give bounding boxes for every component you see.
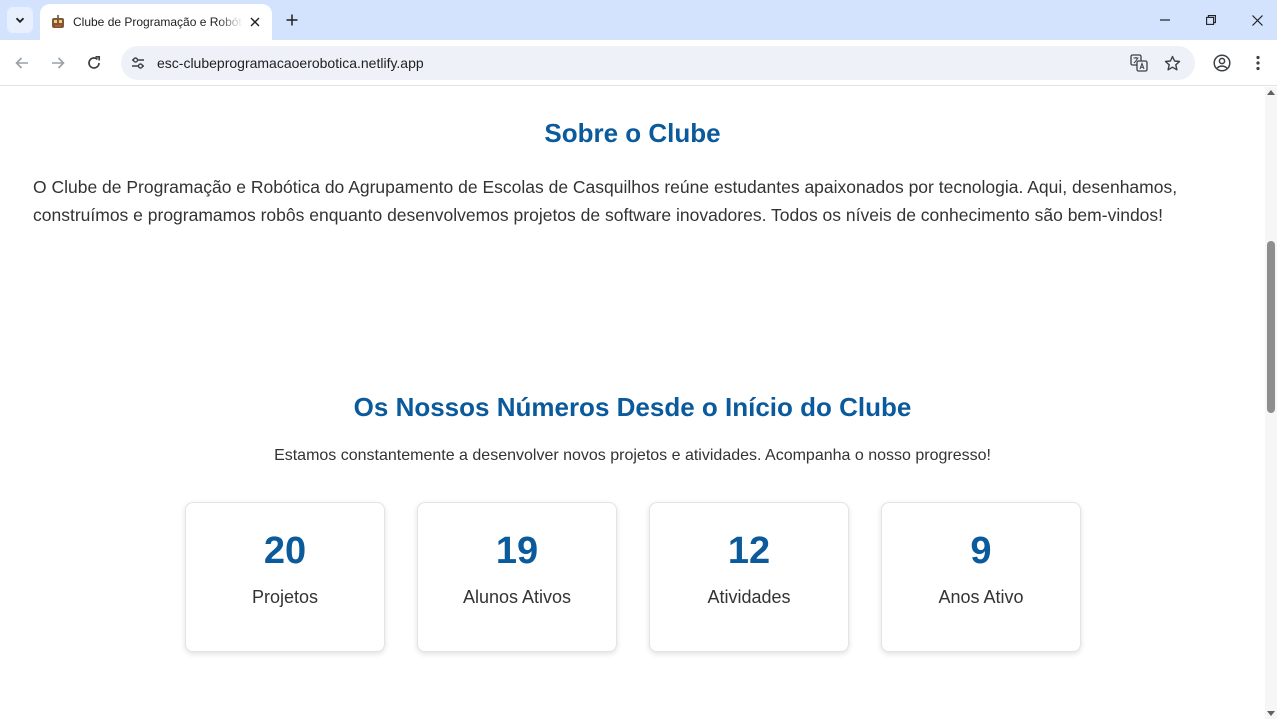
tab-title: Clube de Programação e Robótica: [73, 15, 243, 29]
translate-button[interactable]: [1129, 53, 1149, 73]
stat-label: Projetos: [251, 587, 319, 607]
arrow-right-icon: [52, 57, 65, 69]
page-viewport: Sobre o Clube O Clube de Programação e R…: [0, 87, 1265, 719]
reload-button[interactable]: [82, 51, 106, 75]
browser-toolbar: esc-clubeprogramacaoerobotica.netlify.ap…: [0, 40, 1277, 86]
about-text: O Clube de Programação e Robótica do Agr…: [33, 177, 1178, 225]
stat-label: Atividades: [707, 587, 791, 607]
page-scrollbar[interactable]: [1265, 87, 1277, 719]
close-icon: [1251, 14, 1263, 26]
robot-icon: [50, 14, 66, 30]
chevron-down-icon: [15, 17, 25, 24]
tab-search-button[interactable]: [7, 7, 33, 33]
stat-value: 20: [263, 530, 307, 572]
restore-icon: [1206, 15, 1216, 25]
star-icon: [1164, 55, 1180, 70]
scrollbar-thumb[interactable]: [1267, 241, 1275, 413]
tab-strip: Clube de Programação e Robótica: [0, 0, 1277, 40]
arrow-left-icon: [15, 57, 28, 69]
kebab-menu-icon: [1256, 55, 1260, 71]
stat-label: Anos Ativo: [938, 587, 1024, 607]
address-bar[interactable]: esc-clubeprogramacaoerobotica.netlify.ap…: [121, 46, 1195, 80]
new-tab-button[interactable]: [282, 10, 302, 30]
numbers-title: Os Nossos Números Desde o Início do Club…: [353, 392, 912, 422]
stat-label: Alunos Ativos: [462, 587, 572, 607]
stat-card-alunos-ativos: 19 Alunos Ativos: [417, 502, 617, 652]
bookmark-button[interactable]: [1162, 53, 1182, 73]
stat-card-projetos: 20 Projetos: [185, 502, 385, 652]
scroll-down-arrow-icon[interactable]: [1267, 711, 1275, 716]
active-tab[interactable]: Clube de Programação e Robótica: [40, 4, 272, 40]
stat-value: 9: [970, 530, 992, 572]
menu-button[interactable]: [1246, 51, 1270, 75]
reload-icon: [88, 55, 101, 69]
tune-icon: [132, 57, 144, 69]
forward-button[interactable]: [46, 51, 70, 75]
stat-value: 19: [495, 530, 539, 572]
stat-value: 12: [727, 530, 771, 572]
tab-close-button[interactable]: [246, 13, 264, 31]
stat-card-anos-ativo: 9 Anos Ativo: [881, 502, 1081, 652]
site-info-button[interactable]: [128, 53, 148, 73]
minimize-button[interactable]: [1153, 8, 1177, 32]
profile-button[interactable]: [1210, 51, 1234, 75]
stat-card-atividades: 12 Atividades: [649, 502, 849, 652]
translate-icon: [1130, 54, 1148, 72]
restore-button[interactable]: [1199, 8, 1223, 32]
url-text[interactable]: esc-clubeprogramacaoerobotica.netlify.ap…: [157, 55, 424, 71]
about-title: Sobre o Clube: [544, 118, 721, 148]
close-window-button[interactable]: [1245, 8, 1269, 32]
profile-icon: [1213, 54, 1231, 72]
back-button[interactable]: [10, 51, 34, 75]
minimize-icon: [1160, 19, 1170, 21]
scroll-up-arrow-icon[interactable]: [1267, 90, 1275, 95]
plus-icon: [286, 14, 298, 26]
numbers-subtitle: Estamos constantemente a desenvolver nov…: [274, 447, 991, 464]
close-icon: [250, 17, 260, 27]
